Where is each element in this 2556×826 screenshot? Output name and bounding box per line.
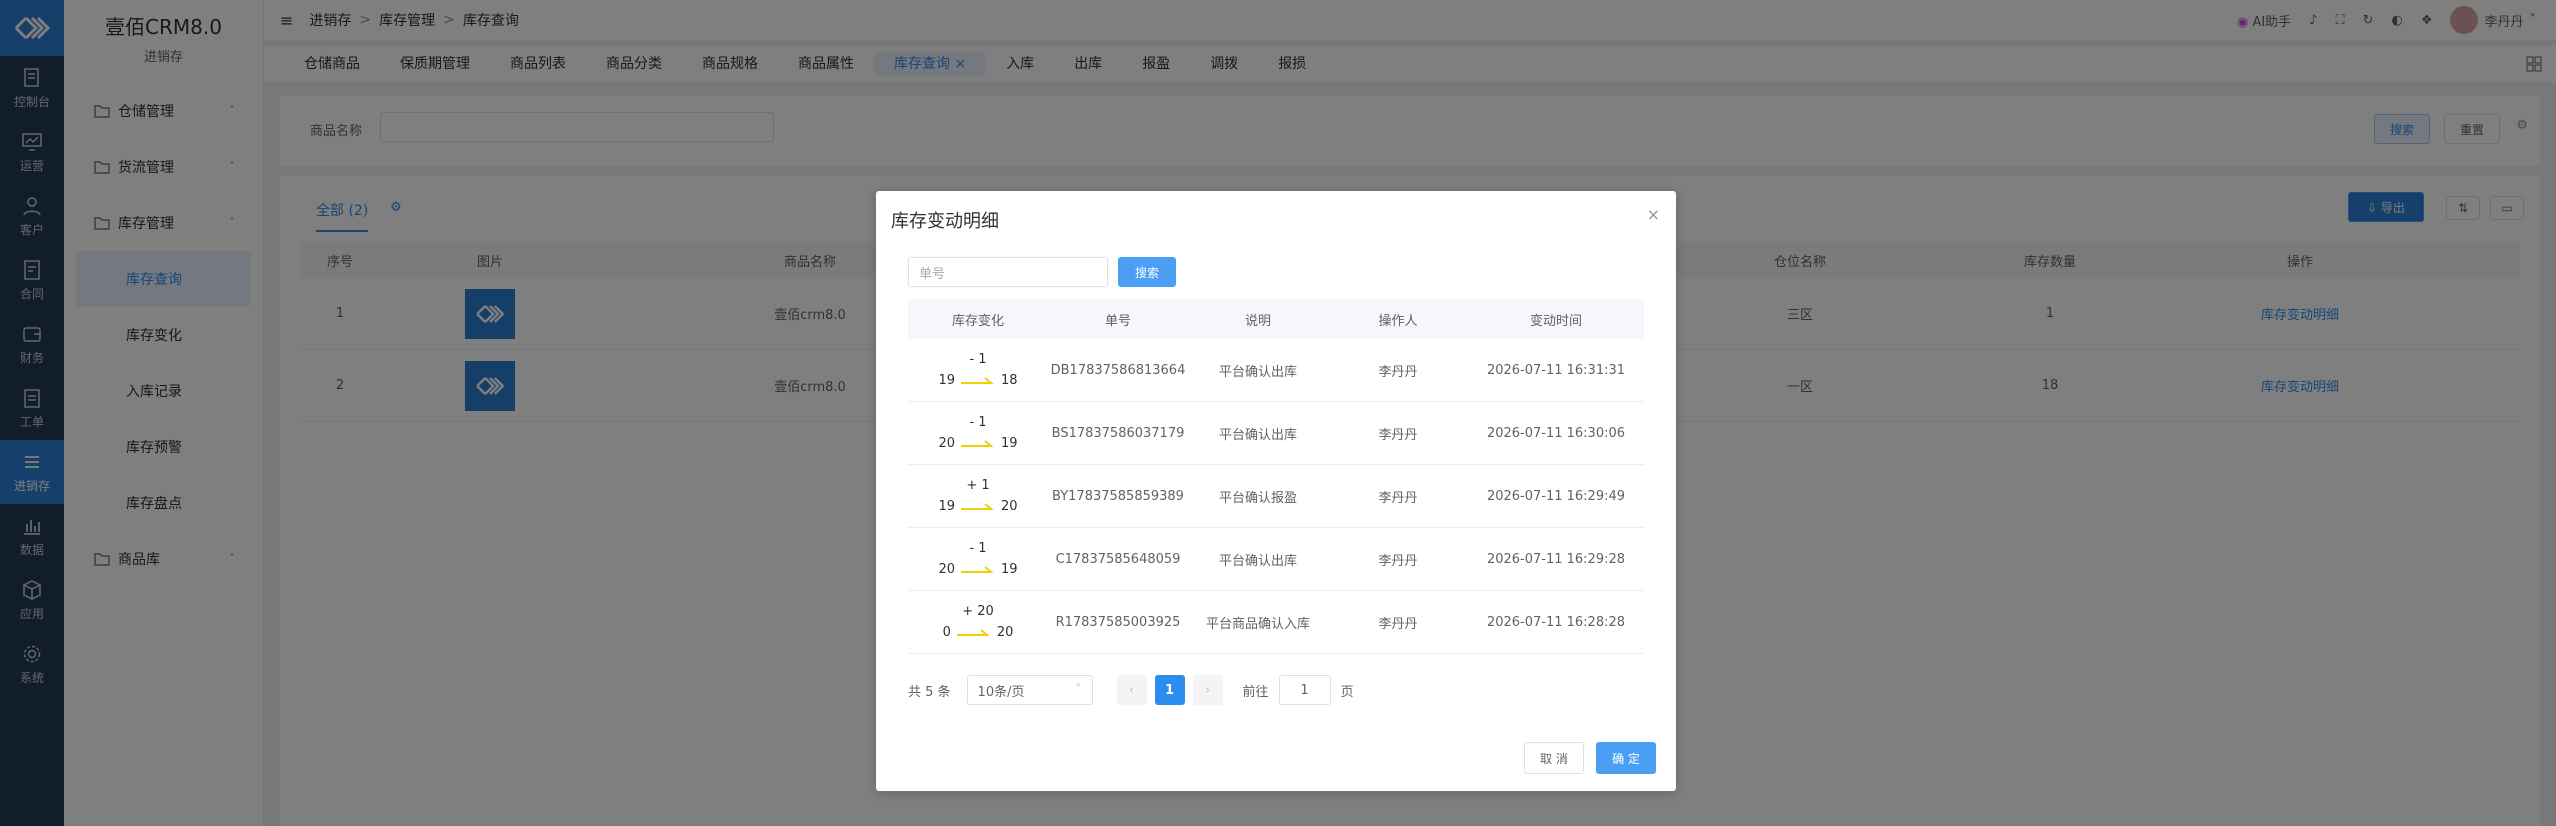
stock-change-table: 库存变化 单号 说明 操作人 变动时间 - 1 19 18 DB178375868… <box>908 299 1644 654</box>
order-no: BS17837586037179 <box>1051 425 1185 441</box>
operator: 李丹丹 <box>1378 553 1418 569</box>
table-row: + 1 19 20 BY17837585859389 平台确认报盈 李丹丹 202… <box>908 465 1644 528</box>
operator: 李丹丹 <box>1378 427 1418 443</box>
stock-change-dialog: 库存变动明细 × 单号 搜索 库存变化 单号 说明 操作人 变动时间 - 1 1… <box>876 191 1676 791</box>
change-time: 2026-07-11 16:30:06 <box>1486 425 1626 441</box>
stock-change-cell: + 1 19 20 <box>908 478 1048 514</box>
qty-before: 19 <box>938 499 955 514</box>
page-number[interactable]: 1 <box>1154 675 1185 705</box>
goto-page-input[interactable]: 1 <box>1278 675 1331 705</box>
order-no-input[interactable]: 单号 <box>908 257 1108 287</box>
pagination: 共 5 条 10条/页 ˅ ‹ 1 › 前往 1 页 <box>908 675 1354 705</box>
qty-before: 20 <box>938 436 955 451</box>
column-header: 库存变化 <box>951 313 1004 329</box>
description: 平台确认报盈 <box>1218 490 1297 506</box>
qty-before: 0 <box>942 625 951 640</box>
qty-after: 18 <box>1001 373 1018 388</box>
description: 平台确认出库 <box>1218 553 1297 569</box>
cancel-button[interactable]: 取 消 <box>1524 742 1584 774</box>
change-amount: - 1 <box>969 541 987 556</box>
stock-change-cell: - 1 20 19 <box>908 415 1048 451</box>
confirm-button[interactable]: 确 定 <box>1596 742 1656 774</box>
prev-page-button[interactable]: ‹ <box>1116 675 1147 705</box>
change-time: 2026-07-11 16:29:49 <box>1486 488 1626 504</box>
table-row: - 1 20 19 C17837585648059 平台确认出库 李丹丹 2026… <box>908 528 1644 591</box>
change-amount: + 20 <box>962 604 994 619</box>
page-size-select[interactable]: 10条/页 ˅ <box>966 675 1093 705</box>
table-row: + 20 0 20 R17837585003925 平台商品确认入库 李丹丹 20… <box>908 591 1644 654</box>
description: 平台确认出库 <box>1218 427 1297 443</box>
change-time: 2026-07-11 16:31:31 <box>1486 362 1626 378</box>
arrow-right-icon <box>961 502 994 510</box>
qty-before: 20 <box>938 562 955 577</box>
arrow-right-icon <box>961 439 994 447</box>
operator: 李丹丹 <box>1378 616 1418 632</box>
qty-after: 20 <box>996 625 1014 640</box>
table-row: - 1 19 18 DB17837586813664 平台确认出库 李丹丹 202… <box>908 339 1644 402</box>
page-unit-label: 页 <box>1340 684 1354 700</box>
column-header: 变动时间 <box>1529 313 1582 329</box>
change-time: 2026-07-11 16:29:28 <box>1486 551 1626 567</box>
stock-change-cell: - 1 20 19 <box>908 541 1048 577</box>
column-header: 操作人 <box>1378 313 1418 329</box>
qty-before: 19 <box>938 373 955 388</box>
column-header: 说明 <box>1244 313 1271 329</box>
order-no: BY17837585859389 <box>1052 488 1184 504</box>
total-count: 共 5 条 <box>908 684 951 700</box>
table-header: 库存变化 单号 说明 操作人 变动时间 <box>908 299 1644 339</box>
order-no: R17837585003925 <box>1055 614 1181 630</box>
change-amount: + 1 <box>966 478 990 493</box>
next-page-button[interactable]: › <box>1192 675 1223 705</box>
stock-change-cell: + 20 0 20 <box>908 604 1048 640</box>
dialog-title: 库存变动明细 <box>891 211 999 232</box>
arrow-right-icon <box>956 628 990 636</box>
description: 平台确认出库 <box>1218 364 1297 380</box>
page-size-value: 10条/页 <box>977 684 1025 700</box>
goto-label: 前往 <box>1242 684 1269 700</box>
arrow-right-icon <box>961 376 994 384</box>
arrow-right-icon <box>961 565 994 573</box>
operator: 李丹丹 <box>1378 490 1418 506</box>
dialog-search-button[interactable]: 搜索 <box>1118 257 1176 287</box>
description: 平台商品确认入库 <box>1205 616 1310 632</box>
close-icon[interactable]: × <box>1647 205 1660 224</box>
stock-change-cell: - 1 19 18 <box>908 352 1048 388</box>
order-no: DB17837586813664 <box>1050 362 1186 378</box>
qty-after: 19 <box>1001 562 1018 577</box>
table-row: - 1 20 19 BS17837586037179 平台确认出库 李丹丹 202… <box>908 402 1644 465</box>
goto-page-value: 1 <box>1300 682 1309 698</box>
chevron-down-icon: ˅ <box>1075 682 1082 698</box>
change-amount: - 1 <box>969 415 987 430</box>
change-time: 2026-07-11 16:28:28 <box>1486 614 1626 630</box>
column-header: 单号 <box>1104 313 1131 329</box>
qty-after: 20 <box>1001 499 1018 514</box>
order-no-placeholder: 单号 <box>919 266 946 282</box>
order-no: C17837585648059 <box>1055 551 1181 567</box>
change-amount: - 1 <box>969 352 987 367</box>
qty-after: 19 <box>1001 436 1018 451</box>
operator: 李丹丹 <box>1378 364 1418 380</box>
